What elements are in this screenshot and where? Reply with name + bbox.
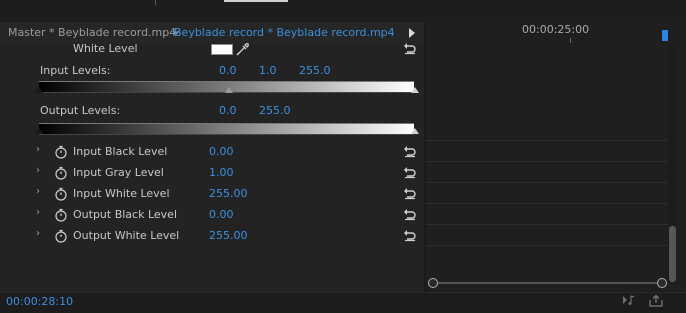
timeline-row-divider [426, 182, 670, 183]
stopwatch-icon[interactable] [54, 228, 68, 243]
reset-icon[interactable] [402, 206, 418, 221]
white-level-label: White Level [73, 42, 138, 55]
reset-icon[interactable] [402, 143, 418, 158]
output-levels-label: Output Levels: [40, 104, 121, 117]
chevron-right-icon[interactable]: › [36, 144, 40, 155]
timeline-row-divider [426, 245, 670, 246]
white-level-swatch[interactable] [211, 44, 233, 55]
vertical-scrollbar-thumb[interactable] [669, 226, 676, 282]
output-black-slider[interactable] [35, 128, 43, 134]
input-levels-black-value[interactable]: 0.0 [219, 64, 237, 77]
reset-icon[interactable] [402, 185, 418, 200]
param-label: Input Black Level [73, 145, 168, 158]
stopwatch-icon[interactable] [54, 207, 68, 222]
chevron-right-icon[interactable]: › [36, 207, 40, 218]
param-value[interactable]: 0.00 [209, 145, 234, 158]
export-icon[interactable] [648, 293, 664, 307]
output-levels-white-value[interactable]: 255.0 [259, 104, 291, 117]
input-levels-gray-value[interactable]: 1.0 [259, 64, 277, 77]
eyedropper-icon[interactable] [236, 41, 250, 56]
param-value[interactable]: 1.00 [209, 166, 234, 179]
reset-icon[interactable] [402, 227, 418, 242]
top-active-indicator [224, 0, 288, 2]
ruler-timecode: 00:00:25:00 [522, 23, 590, 36]
timeline-row-divider [426, 161, 670, 162]
horizontal-scrollbar[interactable] [436, 282, 658, 284]
scroll-handle-left[interactable] [428, 278, 438, 288]
audio-icon[interactable] [621, 293, 637, 307]
chevron-right-icon[interactable]: › [36, 228, 40, 239]
reset-icon[interactable] [402, 164, 418, 179]
chevron-right-icon[interactable]: › [36, 186, 40, 197]
stopwatch-icon[interactable] [54, 144, 68, 159]
input-white-slider[interactable] [411, 87, 419, 93]
param-value[interactable]: 255.00 [209, 229, 248, 242]
scroll-handle-right[interactable] [657, 278, 667, 288]
status-bar [0, 292, 686, 313]
input-levels-label: Input Levels: [40, 64, 111, 77]
input-gray-slider[interactable] [225, 87, 233, 93]
timeline-panel[interactable] [426, 22, 686, 292]
param-label: Input Gray Level [73, 166, 164, 179]
tab-master-clip[interactable]: Master * Beyblade record.mp4 [8, 22, 176, 44]
top-strip [0, 0, 686, 22]
output-white-slider[interactable] [411, 128, 419, 134]
param-label: Output Black Level [73, 208, 178, 221]
param-label: Input White Level [73, 187, 170, 200]
stopwatch-icon[interactable] [54, 186, 68, 201]
param-label: Output White Level [73, 229, 180, 242]
current-timecode[interactable]: 00:00:28:10 [6, 295, 73, 308]
output-levels-gradient [39, 123, 414, 135]
timeline-row-divider [426, 203, 670, 204]
tab-active-clip[interactable]: Beyblade record * Beyblade record.mp4 [174, 22, 395, 44]
param-value[interactable]: 0.00 [209, 208, 234, 221]
chevron-right-icon[interactable]: › [36, 165, 40, 176]
param-value[interactable]: 255.00 [209, 187, 248, 200]
timeline-row-divider [426, 224, 670, 225]
input-levels-white-value[interactable]: 255.0 [299, 64, 331, 77]
input-black-slider[interactable] [35, 87, 43, 93]
ruler-tick [570, 38, 571, 43]
top-tick [155, 0, 156, 5]
timeline-row-divider [426, 140, 670, 141]
stopwatch-icon[interactable] [54, 165, 68, 180]
reset-icon[interactable] [402, 40, 418, 55]
playhead[interactable] [662, 30, 668, 41]
output-levels-black-value[interactable]: 0.0 [219, 104, 237, 117]
